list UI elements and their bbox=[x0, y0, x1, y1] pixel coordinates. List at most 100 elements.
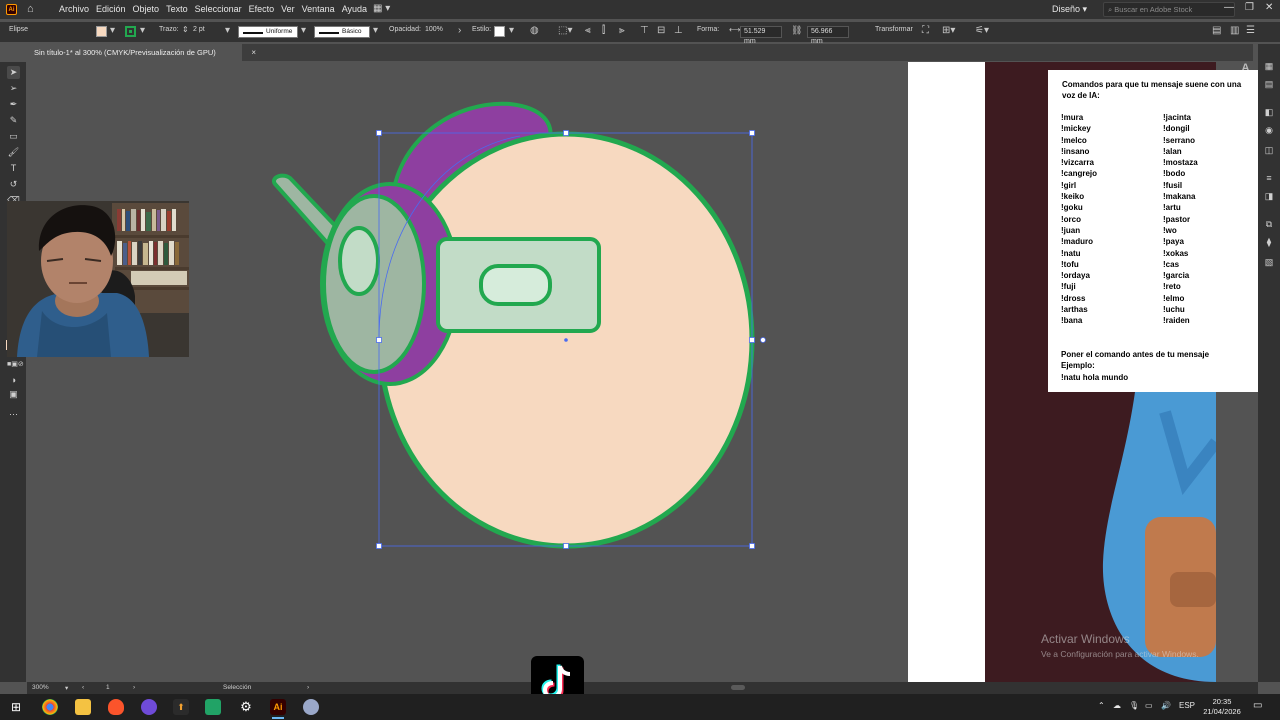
artboard-number[interactable]: 1 bbox=[106, 684, 110, 691]
isolate-icon[interactable]: ⛶ bbox=[922, 25, 929, 37]
menu-archivo[interactable]: Archivo bbox=[59, 4, 89, 14]
graphic-style-swatch[interactable] bbox=[494, 26, 505, 37]
fill-swatch[interactable] bbox=[96, 26, 107, 37]
brush-definition[interactable]: Básico bbox=[314, 26, 370, 38]
menu-ventana[interactable]: Ventana bbox=[302, 4, 335, 14]
volume-icon[interactable]: 🔊 bbox=[1161, 701, 1171, 710]
width-field[interactable]: 51.529 mm bbox=[740, 26, 782, 45]
opacity-arrow-icon[interactable]: › bbox=[458, 25, 461, 37]
language-indicator[interactable]: ESP bbox=[1179, 701, 1195, 710]
drawing-mode-icon[interactable]: ◑ bbox=[7, 374, 20, 387]
height-field[interactable]: 56.966 mm bbox=[807, 26, 849, 45]
stroke-panel-icon[interactable]: ≡ bbox=[1263, 172, 1275, 184]
panel-options-icon[interactable]: ☰ bbox=[1246, 25, 1255, 37]
brush-dropdown-icon[interactable]: ▾ bbox=[373, 25, 378, 37]
profile-dropdown-icon[interactable]: ▾ bbox=[301, 25, 306, 37]
file-explorer-icon[interactable] bbox=[75, 699, 91, 715]
restore-icon[interactable]: ❐ bbox=[1245, 2, 1254, 13]
rotate-tool-icon[interactable]: ↺ bbox=[7, 178, 20, 191]
transparency-panel-icon[interactable]: ⧉ bbox=[1263, 218, 1275, 230]
align-to-icon[interactable]: ⬚▾ bbox=[558, 25, 572, 37]
opacity-label[interactable]: Opacidad: bbox=[389, 26, 421, 33]
app-icon-orange[interactable]: ⬆ bbox=[173, 699, 189, 715]
stroke-weight-dropdown-icon[interactable]: ▾ bbox=[225, 25, 230, 37]
recolor-artwork-icon[interactable]: ◍ bbox=[530, 25, 539, 37]
zoom-dropdown-icon[interactable]: ▾ bbox=[65, 684, 68, 692]
gradient-panel-icon[interactable]: ◨ bbox=[1263, 190, 1275, 202]
zoom-level[interactable]: 300% bbox=[32, 684, 49, 691]
app-icon-purple[interactable] bbox=[141, 699, 157, 715]
home-icon[interactable]: ⌂ bbox=[27, 3, 39, 15]
illustrator-taskbar-icon[interactable]: Ai bbox=[270, 699, 286, 719]
properties-panel-icon[interactable]: ▦ bbox=[1263, 60, 1275, 72]
workspace-switcher[interactable]: Diseño ▾ bbox=[1052, 4, 1087, 15]
brave-icon[interactable] bbox=[108, 699, 124, 715]
variable-width-profile[interactable]: Uniforme bbox=[238, 26, 298, 38]
edit-toolbar-icon[interactable]: ⋯ bbox=[7, 408, 20, 421]
arrange-documents-icon[interactable]: ▦ ▾ bbox=[373, 3, 390, 14]
tray-expand-icon[interactable]: ⌃ bbox=[1098, 701, 1105, 710]
panel-menu-icon[interactable]: ▤ bbox=[1212, 25, 1221, 37]
artboards-panel-icon[interactable]: ▧ bbox=[1263, 256, 1275, 268]
menu-ayuda[interactable]: Ayuda bbox=[342, 4, 367, 14]
stock-search-input[interactable]: ⌕ Buscar en Adobe Stock bbox=[1103, 2, 1235, 17]
pen-tool-icon[interactable]: ✒ bbox=[7, 98, 20, 111]
next-artboard-icon[interactable]: › bbox=[133, 684, 135, 691]
style-dropdown-icon[interactable]: ▾ bbox=[509, 25, 514, 37]
arrange-panel-icon[interactable]: ▥ bbox=[1230, 25, 1239, 37]
stroke-weight-field[interactable]: 2 pt bbox=[193, 26, 205, 33]
notifications-icon[interactable]: ▭ bbox=[1253, 700, 1262, 711]
document-tab[interactable]: Sin título-1* al 300% (CMYK/Previsualiza… bbox=[27, 44, 256, 61]
direct-selection-tool-icon[interactable]: ➢ bbox=[7, 82, 20, 95]
swatches-panel-icon[interactable]: ◉ bbox=[1263, 124, 1275, 136]
menu-texto[interactable]: Texto bbox=[166, 4, 188, 14]
app-icon-green[interactable] bbox=[205, 699, 221, 715]
brushes-panel-icon[interactable]: ◫ bbox=[1263, 144, 1275, 156]
clock[interactable]: 20:35 21/04/2026 bbox=[1196, 697, 1248, 717]
microphone-icon[interactable]: 🎙 bbox=[1129, 701, 1139, 710]
layers-panel-icon[interactable]: ⧫ bbox=[1263, 236, 1275, 248]
align-center-icon[interactable]: ⫿ bbox=[602, 25, 605, 37]
tray-app-icon[interactable]: ☁ bbox=[1113, 701, 1121, 710]
color-panel-icon[interactable]: ◧ bbox=[1263, 106, 1275, 118]
horizontal-scrollbar-thumb[interactable] bbox=[731, 685, 745, 690]
opacity-field[interactable]: 100% bbox=[425, 26, 443, 33]
transform-label[interactable]: Transformar bbox=[875, 26, 913, 33]
menu-efecto[interactable]: Efecto bbox=[249, 4, 275, 14]
windows-start-icon[interactable]: ⊞ bbox=[8, 699, 24, 715]
align-right-icon[interactable]: ⫸ bbox=[619, 25, 625, 37]
close-tab-icon[interactable]: × bbox=[251, 44, 256, 61]
settings-icon[interactable]: ⚙ bbox=[238, 699, 254, 715]
screen-mode-icon[interactable]: ▣ bbox=[7, 388, 20, 401]
chrome-icon[interactable] bbox=[42, 699, 58, 715]
close-window-icon[interactable]: ✕ bbox=[1265, 2, 1273, 13]
rectangle-tool-icon[interactable]: ▭ bbox=[7, 130, 20, 143]
prev-artboard-icon[interactable]: ‹ bbox=[82, 684, 84, 691]
shape-label[interactable]: Forma: bbox=[697, 26, 719, 33]
selection-tool-icon[interactable]: ➤ bbox=[7, 66, 20, 79]
menu-edicion[interactable]: Edición bbox=[96, 4, 126, 14]
menu-objeto[interactable]: Objeto bbox=[133, 4, 160, 14]
constrain-proportions-icon[interactable]: ⛓ bbox=[791, 24, 802, 36]
align-top-icon[interactable]: ⊤ bbox=[640, 25, 649, 37]
stroke-dropdown-icon[interactable]: ▾ bbox=[140, 25, 145, 37]
stroke-label[interactable]: Trazo: bbox=[159, 26, 179, 33]
more-options-icon[interactable]: ⚟▾ bbox=[975, 25, 989, 37]
curvature-tool-icon[interactable]: ✎ bbox=[7, 114, 20, 127]
stroke-swatch[interactable] bbox=[125, 26, 136, 37]
menu-seleccionar[interactable]: Seleccionar bbox=[195, 4, 242, 14]
menu-ver[interactable]: Ver bbox=[281, 4, 295, 14]
align-middle-icon[interactable]: ⊟ bbox=[657, 25, 665, 37]
type-tool-icon[interactable]: T bbox=[7, 162, 20, 175]
minimize-icon[interactable]: — bbox=[1224, 2, 1234, 13]
fill-dropdown-icon[interactable]: ▾ bbox=[110, 25, 115, 37]
status-arrow-icon[interactable]: › bbox=[307, 684, 309, 691]
stroke-stepper-icon[interactable]: ⇕ bbox=[182, 24, 189, 36]
color-mode-icon[interactable]: ■▣⊘ bbox=[7, 358, 24, 371]
align-left-icon[interactable]: ⫷ bbox=[585, 25, 591, 37]
libraries-panel-icon[interactable]: ▤ bbox=[1263, 78, 1275, 90]
app-icon-blue[interactable] bbox=[303, 699, 319, 715]
network-icon[interactable]: ▭ bbox=[1145, 701, 1153, 710]
distribute-icon[interactable]: ⊞▾ bbox=[942, 25, 955, 37]
paintbrush-tool-icon[interactable]: 🖌 bbox=[7, 146, 20, 159]
